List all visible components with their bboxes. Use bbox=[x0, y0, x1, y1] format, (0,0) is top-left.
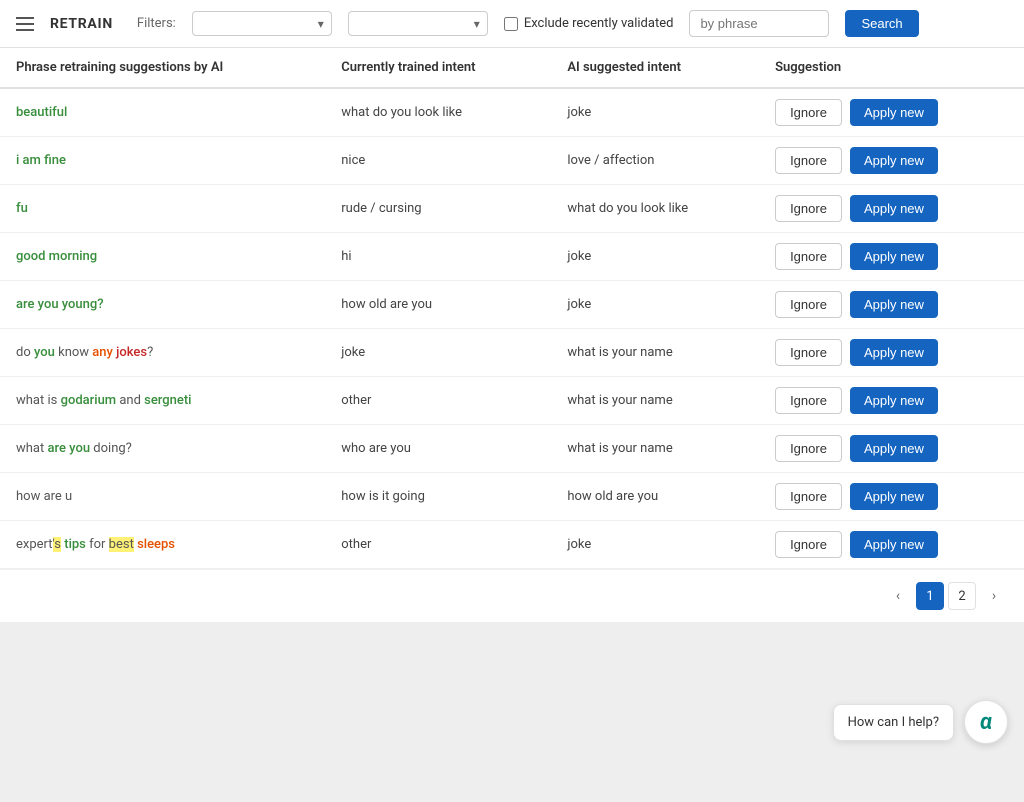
suggestion-cell: Ignore Apply new bbox=[759, 281, 1024, 329]
current-intent-cell: nice bbox=[325, 137, 551, 185]
suggestions-table: Phrase retraining suggestions by AI Curr… bbox=[0, 48, 1024, 569]
ai-intent-cell: joke bbox=[551, 88, 759, 137]
ignore-button[interactable]: Ignore bbox=[775, 291, 842, 318]
phrase-cell: fu bbox=[0, 185, 325, 233]
hamburger-menu[interactable] bbox=[16, 17, 34, 31]
apply-new-button[interactable]: Apply new bbox=[850, 291, 938, 318]
table-row: beautifulwhat do you look likejokeIgnore… bbox=[0, 88, 1024, 137]
suggestion-cell: Ignore Apply new bbox=[759, 425, 1024, 473]
help-bubble-text: How can I help? bbox=[833, 704, 954, 741]
suggestion-cell: Ignore Apply new bbox=[759, 88, 1024, 137]
exclude-recently-validated-label: Exclude recently validated bbox=[504, 16, 674, 31]
apply-new-button[interactable]: Apply new bbox=[850, 435, 938, 462]
current-intent-cell: rude / cursing bbox=[325, 185, 551, 233]
ai-intent-cell: what do you look like bbox=[551, 185, 759, 233]
suggestion-cell: Ignore Apply new bbox=[759, 329, 1024, 377]
exclude-recently-validated-checkbox[interactable] bbox=[504, 17, 518, 31]
ai-intent-cell: what is your name bbox=[551, 377, 759, 425]
app-header: RETRAIN Filters: Exclude recently valida… bbox=[0, 0, 1024, 48]
table-row: furude / cursingwhat do you look likeIgn… bbox=[0, 185, 1024, 233]
apply-new-button[interactable]: Apply new bbox=[850, 339, 938, 366]
ignore-button[interactable]: Ignore bbox=[775, 387, 842, 414]
suggestion-cell: Ignore Apply new bbox=[759, 233, 1024, 281]
phrase-cell: expert's tips for best sleeps bbox=[0, 521, 325, 569]
current-intent-cell: how old are you bbox=[325, 281, 551, 329]
phrase-cell: good morning bbox=[0, 233, 325, 281]
table-row: are you young?how old are youjoke Ignore A… bbox=[0, 281, 1024, 329]
apply-new-button[interactable]: Apply new bbox=[850, 147, 938, 174]
current-intent-cell: who are you bbox=[325, 425, 551, 473]
table-row: i am finenicelove / affection Ignore Apply… bbox=[0, 137, 1024, 185]
prev-page-button[interactable]: ‹ bbox=[884, 582, 912, 610]
phrase-cell: do you know any jokes? bbox=[0, 329, 325, 377]
next-page-button[interactable]: › bbox=[980, 582, 1008, 610]
col-ai-intent: AI suggested intent bbox=[551, 48, 759, 88]
ai-intent-cell: what is your name bbox=[551, 329, 759, 377]
suggestion-cell: Ignore Apply new bbox=[759, 185, 1024, 233]
current-intent-cell: what do you look like bbox=[325, 88, 551, 137]
ignore-button[interactable]: Ignore bbox=[775, 147, 842, 174]
ai-intent-cell: love / affection bbox=[551, 137, 759, 185]
filter1-select[interactable] bbox=[192, 11, 332, 36]
apply-new-button[interactable]: Apply new bbox=[850, 387, 938, 414]
current-intent-cell: other bbox=[325, 521, 551, 569]
table-row: how are uhow is it goinghow old are youI… bbox=[0, 473, 1024, 521]
phrase-cell: i am fine bbox=[0, 137, 325, 185]
apply-new-button[interactable]: Apply new bbox=[850, 531, 938, 558]
alpha-chat-icon[interactable]: α bbox=[964, 700, 1008, 744]
table-header-row: Phrase retraining suggestions by AI Curr… bbox=[0, 48, 1024, 88]
current-intent-cell: other bbox=[325, 377, 551, 425]
search-button[interactable]: Search bbox=[845, 10, 918, 37]
ignore-button[interactable]: Ignore bbox=[775, 435, 842, 462]
help-chat-widget: How can I help? α bbox=[833, 700, 1008, 744]
filter2-select[interactable] bbox=[348, 11, 488, 36]
ignore-button[interactable]: Ignore bbox=[775, 99, 842, 126]
ai-intent-cell: joke bbox=[551, 281, 759, 329]
ai-intent-cell: how old are you bbox=[551, 473, 759, 521]
app-title: RETRAIN bbox=[50, 16, 113, 32]
suggestion-cell: Ignore Apply new bbox=[759, 137, 1024, 185]
apply-new-button[interactable]: Apply new bbox=[850, 483, 938, 510]
apply-new-button[interactable]: Apply new bbox=[850, 99, 938, 126]
suggestion-cell: Ignore Apply new bbox=[759, 521, 1024, 569]
page-1-button[interactable]: 1 bbox=[916, 582, 944, 610]
ai-intent-cell: joke bbox=[551, 521, 759, 569]
ignore-button[interactable]: Ignore bbox=[775, 243, 842, 270]
phrase-cell: are you young? bbox=[0, 281, 325, 329]
table-row: what is godarium and sergnetiotherwhat i… bbox=[0, 377, 1024, 425]
ignore-button[interactable]: Ignore bbox=[775, 195, 842, 222]
apply-new-button[interactable]: Apply new bbox=[850, 243, 938, 270]
current-intent-cell: hi bbox=[325, 233, 551, 281]
suggestion-cell: Ignore Apply new bbox=[759, 473, 1024, 521]
filters-label: Filters: bbox=[137, 16, 176, 31]
phrase-cell: what is godarium and sergneti bbox=[0, 377, 325, 425]
phrase-cell: how are u bbox=[0, 473, 325, 521]
col-phrase: Phrase retraining suggestions by AI bbox=[0, 48, 325, 88]
ignore-button[interactable]: Ignore bbox=[775, 531, 842, 558]
ai-intent-cell: joke bbox=[551, 233, 759, 281]
current-intent-cell: joke bbox=[325, 329, 551, 377]
exclude-label-text: Exclude recently validated bbox=[524, 16, 674, 31]
suggestion-cell: Ignore Apply new bbox=[759, 377, 1024, 425]
ai-intent-cell: what is your name bbox=[551, 425, 759, 473]
col-suggestion: Suggestion bbox=[759, 48, 1024, 88]
pagination: ‹ 1 2 › bbox=[0, 569, 1024, 622]
phrase-cell: what are you doing? bbox=[0, 425, 325, 473]
ignore-button[interactable]: Ignore bbox=[775, 483, 842, 510]
col-current-intent: Currently trained intent bbox=[325, 48, 551, 88]
table-row: expert's tips for best sleepsotherjokeIg… bbox=[0, 521, 1024, 569]
phrase-search-input[interactable] bbox=[689, 10, 829, 37]
ignore-button[interactable]: Ignore bbox=[775, 339, 842, 366]
apply-new-button[interactable]: Apply new bbox=[850, 195, 938, 222]
table-row: do you know any jokes?jokewhat is your n… bbox=[0, 329, 1024, 377]
page-2-button[interactable]: 2 bbox=[948, 582, 976, 610]
phrase-cell: beautiful bbox=[0, 88, 325, 137]
filter2-wrapper bbox=[348, 11, 488, 36]
current-intent-cell: how is it going bbox=[325, 473, 551, 521]
main-table-container: Phrase retraining suggestions by AI Curr… bbox=[0, 48, 1024, 622]
filter1-wrapper bbox=[192, 11, 332, 36]
table-row: what are you doing?who are youwhat is yo… bbox=[0, 425, 1024, 473]
table-row: good morninghijoke Ignore Apply new bbox=[0, 233, 1024, 281]
